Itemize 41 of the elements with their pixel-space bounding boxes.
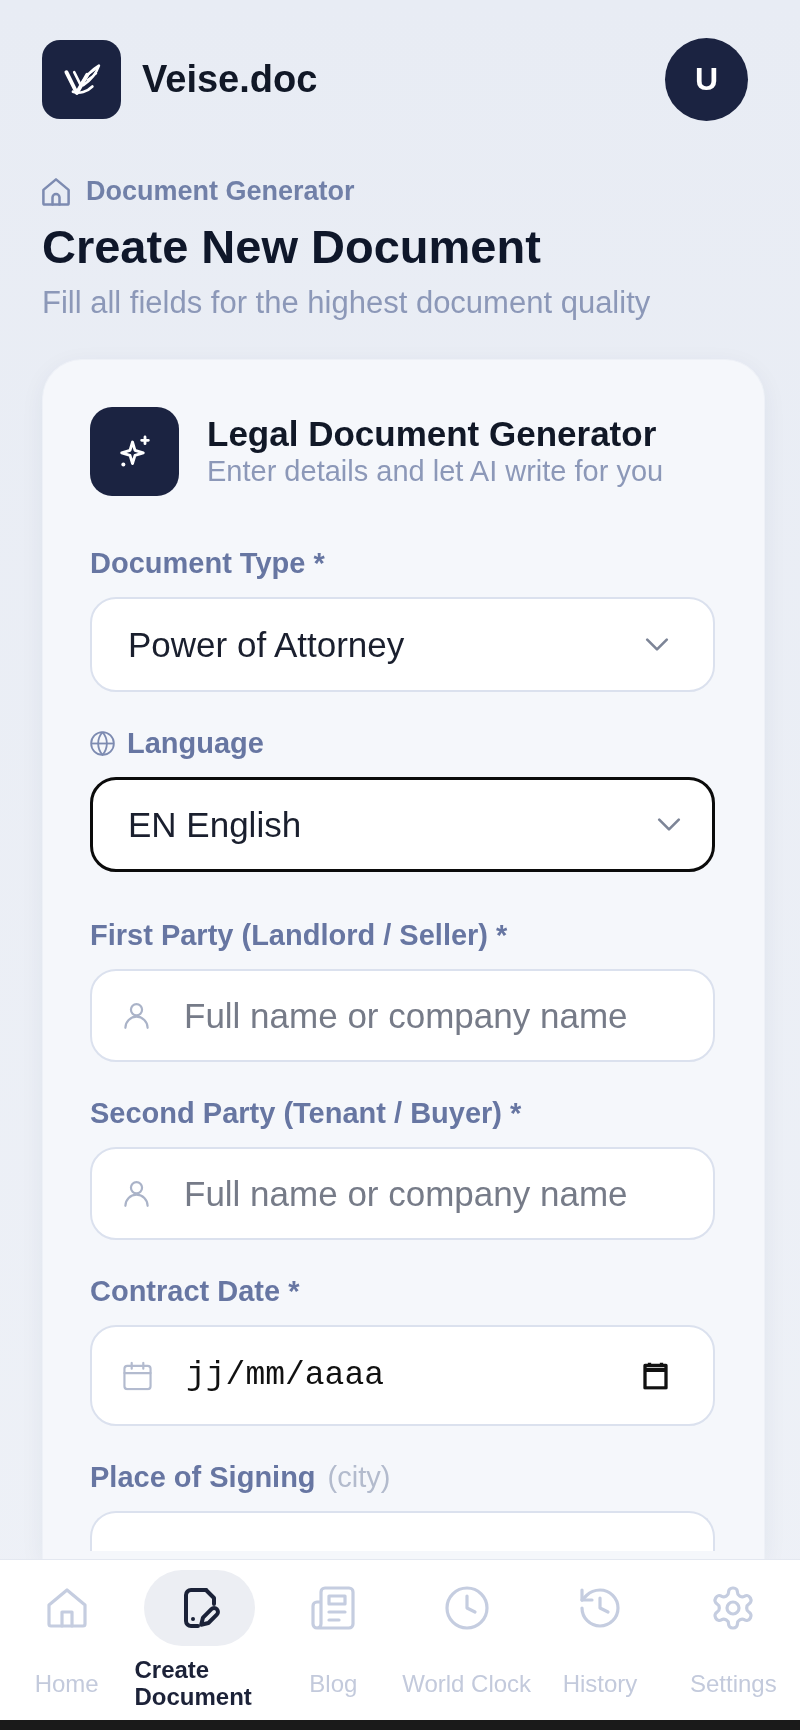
sparkle-icon xyxy=(90,407,179,496)
text-field[interactable]: Full name or company name xyxy=(90,1147,715,1240)
field-label: Language xyxy=(127,726,264,760)
globe-icon xyxy=(90,730,115,756)
field-label: Contract Date * xyxy=(90,1274,300,1308)
newspaper-icon xyxy=(311,1586,356,1630)
text-field[interactable]: Full name or company name xyxy=(90,969,715,1062)
nav-tab[interactable]: Create Document xyxy=(133,1570,267,1720)
field-label: Place of Signing xyxy=(90,1460,316,1494)
settings-icon xyxy=(711,1586,756,1630)
card-subtitle: Enter details and let AI write for you xyxy=(207,454,664,489)
app-name: Veise.doc xyxy=(142,58,318,101)
field-label: Document Type * xyxy=(90,546,325,580)
nav-tab[interactable]: Settings xyxy=(666,1570,800,1720)
nav-tab[interactable]: World Clock xyxy=(400,1570,534,1720)
text-field[interactable] xyxy=(90,1511,715,1551)
nav-tab[interactable]: History xyxy=(533,1570,667,1720)
home-icon xyxy=(44,1586,89,1630)
page-title: Create New Document xyxy=(42,219,542,275)
user-icon xyxy=(124,1002,149,1029)
breadcrumb-label: Document Generator xyxy=(86,176,355,207)
chevron-down-icon xyxy=(645,638,669,651)
calendar-picker-icon[interactable] xyxy=(642,1362,669,1389)
chevron-down-icon xyxy=(657,818,681,831)
calendar-icon xyxy=(123,1361,152,1390)
nav-tab[interactable]: Blog xyxy=(266,1570,400,1720)
logo-icon xyxy=(42,40,121,119)
page-subtitle: Fill all fields for the highest document quality xyxy=(42,284,652,322)
avatar-button[interactable]: U xyxy=(665,38,748,121)
nav-tab[interactable]: Home xyxy=(0,1570,134,1720)
dropdown[interactable]: EN English xyxy=(90,777,715,872)
user-icon xyxy=(124,1180,149,1207)
history-icon xyxy=(578,1586,622,1630)
field-label: First Party (Landlord / Seller) * xyxy=(90,918,508,952)
field-label: Second Party (Tenant / Buyer) * xyxy=(90,1096,522,1130)
home-icon[interactable] xyxy=(42,177,70,206)
date-field[interactable]: jj/mm/aaaa xyxy=(90,1325,715,1426)
label-hint: (city) xyxy=(327,1460,391,1494)
dropdown[interactable]: Power of Attorney xyxy=(90,597,715,692)
clock-icon xyxy=(444,1586,489,1630)
card-title: Legal Document Generator xyxy=(207,414,658,454)
